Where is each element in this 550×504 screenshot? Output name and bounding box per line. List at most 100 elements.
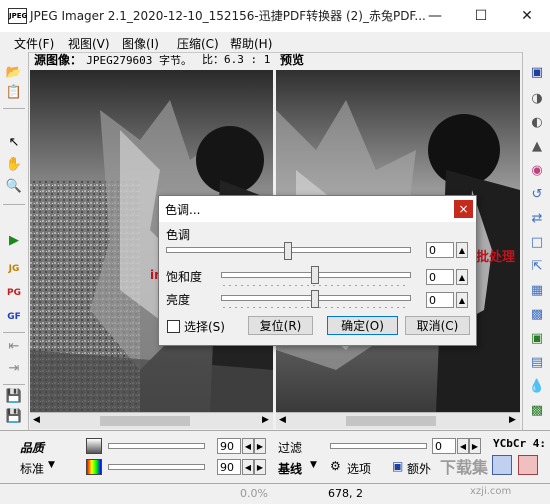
zoom-icon[interactable]: 🔍 [5,178,23,196]
scroll-right-icon[interactable]: ▶ [509,415,516,425]
png-format-icon[interactable]: PG [5,284,23,302]
standard-dropdown[interactable]: 标准 [20,460,44,477]
scroll-thumb[interactable] [100,416,190,426]
window-icon[interactable]: ▣ [528,64,546,82]
toolbar-divider [3,204,25,205]
left-toolbar: 📂 📋 ↖ ✋ 🔍 ▶ JG PG GF ⇤ ⇥ 💾 💾 [0,52,29,430]
scroll-right-icon[interactable]: ▶ [262,415,269,425]
hue-dialog: 色调... × 色调 0 ▲ 饱和度 0 ▲ 亮度 0 ▲ 选择(S) 复位(R… [158,195,477,346]
layers-icon[interactable]: ▤ [528,354,546,372]
brightness-spinner[interactable]: ▲ [456,292,468,308]
hand-icon[interactable]: ✋ [5,156,23,174]
extra-icon[interactable]: ▣ [392,459,403,473]
menu-compress[interactable]: 压缩(C) [177,35,219,52]
contrast-icon[interactable]: ◐ [528,114,546,132]
minimize-button[interactable]: — [412,0,458,32]
open-folder-icon[interactable]: 📂 [5,64,23,82]
source-hscrollbar[interactable]: ◀ ▶ [30,412,273,429]
scroll-left-icon[interactable]: ◀ [33,415,40,425]
color-value-input[interactable]: 90 [217,459,241,475]
hue-label: 色调 [166,228,191,242]
select-checkbox[interactable] [167,320,180,333]
run-icon[interactable]: ▶ [5,232,23,250]
color-slider[interactable] [108,464,205,470]
status-bar: 0.0% 678, 2 [0,483,550,504]
filter-label: 过滤 [278,441,303,455]
baseline-dropdown[interactable]: 基线 [278,460,302,477]
color-spinner-right[interactable]: ▶ [254,459,266,475]
drop-icon[interactable]: 💧 [528,378,546,396]
title-bar: JPEG JPEG Imager 2.1_2020-12-10_152156-迅… [0,0,550,32]
menu-help[interactable]: 帮助(H) [230,35,272,52]
image-icon[interactable]: ▣ [528,330,546,348]
dialog-close-button[interactable]: × [454,200,473,218]
menu-bar: 文件(F) 视图(V) 图像(I) 压缩(C) 帮助(H) [0,32,550,53]
paste-icon[interactable]: 📋 [5,84,23,102]
quality-label: 品质 [20,441,45,455]
reset-button[interactable]: 复位(R) [248,316,313,335]
rotate-icon[interactable]: ↺ [528,186,546,204]
hue-value-input[interactable]: 0 [426,242,454,258]
select-label: 选择(S) [184,320,225,334]
flip-icon[interactable]: ⇄ [528,210,546,228]
saturation-spinner[interactable]: ▲ [456,269,468,285]
filter-slider[interactable] [330,443,427,449]
preview-hscrollbar[interactable]: ◀ ▶ [276,412,520,429]
gif-format-icon[interactable]: GF [5,308,23,326]
mirror-icon[interactable]: ▩ [528,306,546,324]
right-toolbar: ▣ ◑ ◐ ▲ ◉ ↺ ⇄ □ ⇱ ▦ ▩ ▣ ▤ 💧 ▩ [522,52,550,430]
extra-button[interactable]: 额外 [407,460,431,477]
chevron-down-icon[interactable]: ▼ [310,460,317,470]
quality-slider[interactable] [108,443,205,449]
source-pane-header: 源图像： JPEG279603 字节。 [34,52,192,68]
subsampling-alt-icon[interactable] [518,455,538,475]
menu-file[interactable]: 文件(F) [14,35,54,52]
color-wheel-icon[interactable]: ◉ [528,162,546,180]
filter-spinner-right[interactable]: ▶ [469,438,481,454]
saturation-slider-thumb[interactable] [311,266,319,284]
brightness-slider-thumb[interactable] [311,290,319,308]
export-icon[interactable]: ▩ [528,402,546,420]
brightness-value-input[interactable]: 0 [426,292,454,308]
source-label: 源图像： [34,53,83,67]
resize-icon[interactable]: ⇱ [528,258,546,276]
app-icon: JPEG [8,8,27,24]
quality-value-input[interactable]: 90 [217,438,241,454]
gear-icon[interactable]: ⚙ [330,459,341,473]
levels-icon[interactable]: ▲ [528,138,546,156]
ycbcr-label: YCbCr 4: [493,437,546,450]
quality-spinner-right[interactable]: ▶ [254,438,266,454]
filter-spinner-left[interactable]: ◀ [457,438,469,454]
toolbar-divider [3,108,25,109]
filter-value-input[interactable]: 0 [432,438,456,454]
subsampling-icon[interactable] [492,455,512,475]
options-button[interactable]: 选项 [347,460,371,477]
cancel-button[interactable]: 取消(C) [405,316,470,335]
next-icon[interactable]: ⇥ [5,360,23,378]
hue-slider-thumb[interactable] [283,242,292,260]
grayscale-icon [86,438,102,454]
quality-spinner-left[interactable]: ◀ [242,438,254,454]
grid-icon[interactable]: ▦ [528,282,546,300]
pointer-icon[interactable]: ↖ [5,134,23,152]
previous-icon[interactable]: ⇤ [5,338,23,356]
color-spinner-left[interactable]: ◀ [242,459,254,475]
compression-ratio: 比：6.3 : 1 [202,53,271,66]
hue-spinner[interactable]: ▲ [456,242,468,258]
save-icon[interactable]: 💾 [5,388,23,406]
save-as-icon[interactable]: 💾 [5,408,23,426]
close-button[interactable]: ✕ [504,0,550,32]
chevron-down-icon[interactable]: ▼ [48,460,55,470]
adjust-icon[interactable]: ◑ [528,90,546,108]
menu-view[interactable]: 视图(V) [68,35,110,52]
ok-button[interactable]: 确定(O) [327,316,398,335]
brightness-label: 亮度 [166,293,191,307]
jpg-format-icon[interactable]: JG [5,260,23,278]
menu-image[interactable]: 图像(I) [122,35,159,52]
scroll-left-icon[interactable]: ◀ [279,415,286,425]
maximize-button[interactable]: ☐ [458,0,504,32]
source-info: JPEG279603 字节。 [86,54,193,67]
saturation-value-input[interactable]: 0 [426,269,454,285]
scroll-thumb[interactable] [346,416,436,426]
crop-icon[interactable]: □ [528,234,546,252]
